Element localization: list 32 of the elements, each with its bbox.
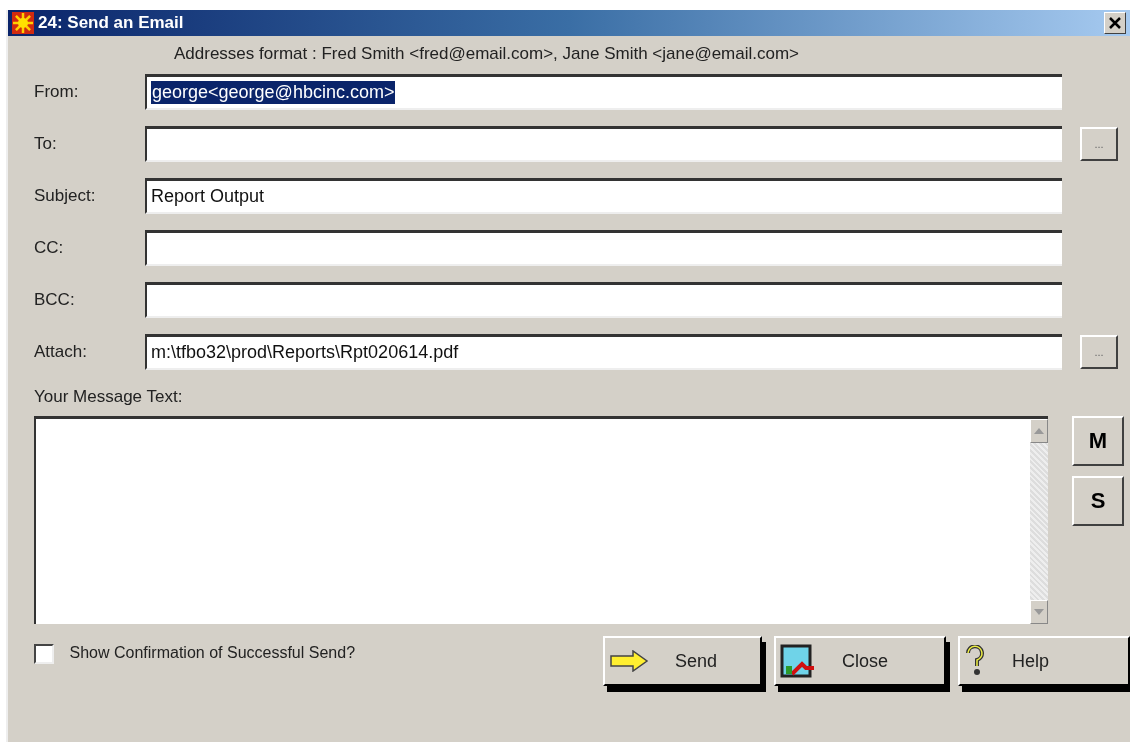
close-icon[interactable] — [1104, 12, 1126, 34]
message-field[interactable] — [34, 416, 1048, 624]
scroll-down-icon[interactable] — [1030, 600, 1048, 624]
format-hint: Addresses format : Fred Smith <fred@email.com>, Jane Smith <jane@email.com> — [174, 43, 801, 65]
input-field[interactable] — [145, 282, 1062, 318]
field-label: CC: — [34, 238, 65, 258]
scroll-up-icon[interactable] — [1030, 419, 1048, 443]
question-icon — [964, 645, 986, 677]
field-value: george<george@hbcinc.com> — [151, 81, 396, 104]
field-value: Report Output — [151, 186, 265, 207]
input-field[interactable]: Report Output — [145, 178, 1062, 214]
browse-button[interactable]: ... — [1080, 335, 1118, 369]
input-field[interactable] — [145, 126, 1062, 162]
browse-button[interactable]: ... — [1080, 127, 1118, 161]
field-label: Attach: — [34, 342, 88, 362]
field-label: Subject: — [34, 186, 97, 206]
checkbox-label: Show Confirmation of Successful Send? — [69, 644, 357, 662]
field-value: m:\tfbo32\prod\Reports\Rpt020614.pdf — [151, 342, 459, 363]
checkbox[interactable] — [34, 644, 54, 664]
window-title: 24: Send an Email — [38, 13, 185, 33]
message-label: Your Message Text: — [34, 386, 184, 408]
input-field[interactable] — [145, 230, 1062, 266]
format-button[interactable]: M — [1072, 416, 1124, 466]
format-button[interactable]: S — [1072, 476, 1124, 526]
field-label: To: — [34, 134, 58, 154]
field-label: BCC: — [34, 290, 76, 310]
scrollbar[interactable] — [1030, 419, 1048, 624]
input-field[interactable]: george<george@hbcinc.com> — [145, 74, 1062, 110]
sun-icon — [12, 12, 34, 34]
input-field[interactable]: m:\tfbo32\prod\Reports\Rpt020614.pdf — [145, 334, 1062, 370]
arrow-icon — [609, 650, 649, 672]
field-label: From: — [34, 82, 80, 102]
